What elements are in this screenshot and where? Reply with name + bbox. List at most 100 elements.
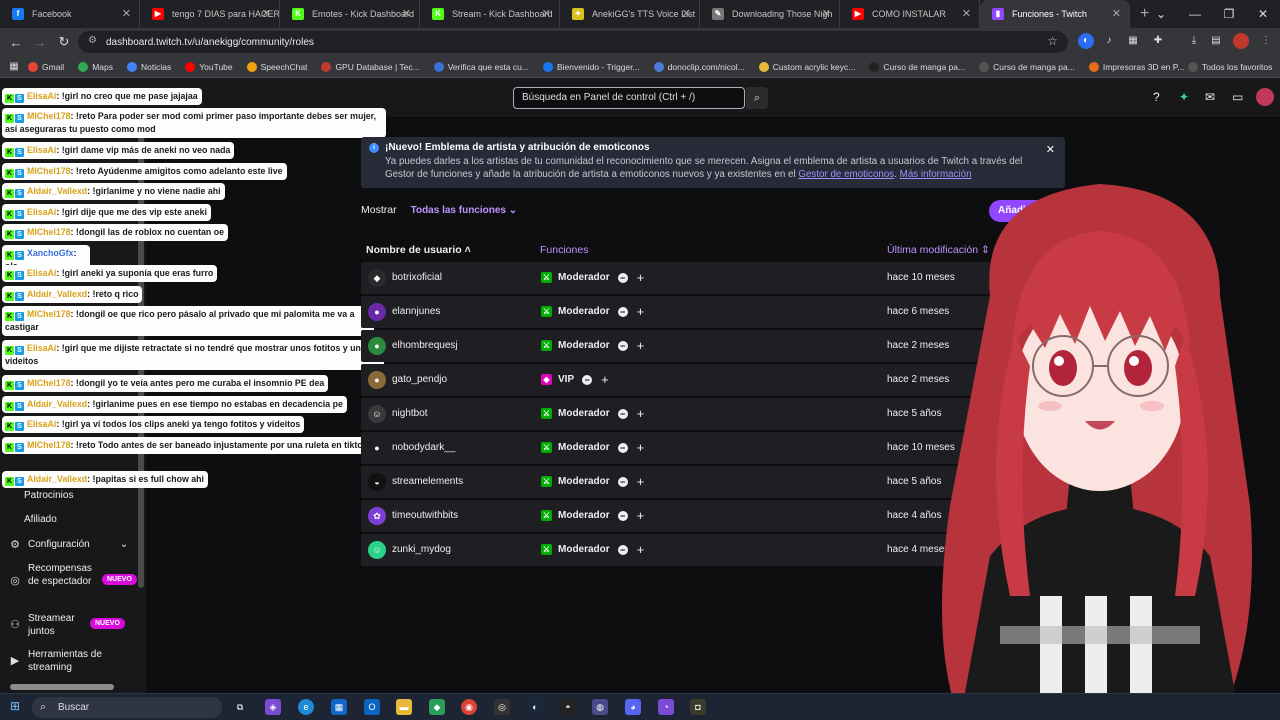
app-violet-icon[interactable]: ◔ (658, 699, 674, 715)
extension-1-icon[interactable]: ◐ (1078, 33, 1094, 49)
url-field[interactable]: ⚙ dashboard.twitch.tv/u/anekigg/communit… (78, 31, 1068, 53)
horizontal-scrollbar[interactable] (10, 684, 114, 690)
discord-icon[interactable]: ◕ (625, 699, 641, 715)
remove-role-icon[interactable]: − (582, 374, 593, 385)
bookmark-item[interactable]: Curso de manga pa... (869, 61, 965, 72)
menu-icon[interactable]: ▤ (1208, 33, 1224, 49)
close-tab-icon[interactable]: ✕ (122, 7, 131, 20)
add-role-icon[interactable]: + (637, 542, 645, 557)
browser-tab[interactable]: ▶ COMO INSTALAR ✕ (840, 0, 980, 28)
remove-role-icon[interactable]: − (617, 544, 628, 555)
extensions-puzzle-icon[interactable]: ✚ (1150, 33, 1166, 49)
add-role-icon[interactable]: + (601, 372, 609, 387)
add-role-icon[interactable]: + (637, 406, 645, 421)
remove-role-icon[interactable]: − (617, 442, 628, 453)
bookmark-item[interactable]: Bienvenido - Trigger... (542, 61, 640, 72)
windows-start-icon[interactable]: ⊞ (10, 699, 20, 713)
bookmark-item[interactable]: Maps (78, 61, 113, 72)
browser-tab[interactable]: ▶ tengo 7 DIAS para HACER ✕ (140, 0, 280, 28)
remove-role-icon[interactable]: − (617, 306, 628, 317)
browser-tab[interactable]: ▮ Funciones - Twitch ✕ (980, 0, 1130, 28)
add-role-icon[interactable]: + (637, 508, 645, 523)
taskbar-search-input[interactable]: ⌕ Buscar (32, 697, 222, 718)
bookmark-star-icon[interactable]: ☆ (1047, 34, 1058, 48)
sidebar-item-streamear-juntos[interactable]: ⚇ Streamear juntos NUEVO (8, 612, 125, 638)
emote-manager-link[interactable]: Gestor de emoticonos (798, 169, 894, 180)
bookmark-item[interactable]: Custom acrylic keyc... (758, 61, 855, 72)
app-purple-icon[interactable]: ◍ (592, 699, 608, 715)
sidebar-item-patrocinios[interactable]: Patrocinios (24, 490, 73, 501)
close-tab-icon[interactable]: ✕ (962, 7, 971, 20)
close-tab-icon[interactable]: ✕ (682, 7, 691, 20)
browser-tab[interactable]: K Stream - Kick Dashboard ✕ (420, 0, 560, 28)
chat-icon[interactable]: ▭ (1232, 90, 1243, 104)
sidebar-item-recompensas[interactable]: ◎ Recompensas de espectador NUEVO (8, 562, 137, 588)
profile-avatar-icon[interactable] (1233, 33, 1249, 49)
bookmark-item[interactable]: YouTube (185, 61, 233, 72)
site-info-icon[interactable]: ⚙ (88, 35, 97, 46)
remove-role-icon[interactable]: − (617, 408, 628, 419)
chrome-icon[interactable]: ◉ (461, 699, 477, 715)
sidebar-item-configuracion[interactable]: ⚙ Configuración ⌄ (8, 538, 128, 551)
browser-tab[interactable]: ✎ Downloading Those Nigh ✕ (700, 0, 840, 28)
add-role-icon[interactable]: + (637, 440, 645, 455)
mail-icon[interactable]: ✉ (1205, 90, 1215, 104)
close-tab-icon[interactable]: ✕ (262, 7, 271, 20)
back-button[interactable]: ← (4, 35, 28, 50)
bookmark-item[interactable]: Impresoras 3D en P... (1088, 61, 1184, 72)
sidebar-item-afiliado[interactable]: Afiliado (24, 514, 57, 525)
role-filter-select[interactable]: Todas las funciones ⌄ (411, 205, 518, 216)
obs-icon[interactable]: ◎ (494, 699, 510, 715)
steam-icon[interactable]: ◐ (527, 699, 543, 715)
reload-button[interactable]: ↻ (52, 34, 76, 50)
search-icon[interactable]: ⌕ (746, 87, 768, 109)
extension-grid-icon[interactable]: ▦ (1125, 33, 1141, 49)
bookmark-item[interactable]: Todos los favoritos (1188, 61, 1272, 72)
close-tab-icon[interactable]: ✕ (402, 7, 411, 20)
outlook-icon[interactable]: O (364, 699, 380, 715)
close-tab-icon[interactable]: ✕ (822, 7, 831, 20)
add-role-icon[interactable]: + (637, 474, 645, 489)
browser-tab[interactable]: f Facebook ✕ (0, 0, 140, 28)
close-window-button[interactable]: ✕ (1246, 0, 1280, 28)
remove-role-icon[interactable]: − (617, 476, 628, 487)
sidebar-item-herramientas[interactable]: ▶ Herramientas de streaming (8, 648, 118, 674)
help-icon[interactable]: ? (1153, 90, 1160, 104)
browser-tab[interactable]: ✦ AnekiGG's TTS Voice List ✕ (560, 0, 700, 28)
forward-button[interactable]: → (28, 35, 52, 50)
remove-role-icon[interactable]: − (617, 340, 628, 351)
bookmark-item[interactable]: Curso de manga pa... (979, 61, 1075, 72)
apps-grid-icon[interactable]: ▦ (0, 61, 28, 72)
column-header-username[interactable]: Nombre de usuario ˄ (366, 244, 471, 256)
add-role-icon[interactable]: + (637, 338, 645, 353)
store-icon[interactable]: ▦ (331, 699, 347, 715)
edge-icon[interactable]: e (298, 699, 314, 715)
remove-role-icon[interactable]: − (617, 510, 628, 521)
bookmark-item[interactable]: Verifica que esta cu... (433, 61, 529, 72)
dashboard-search-input[interactable]: Búsqueda en Panel de control (Ctrl + /) (513, 87, 745, 109)
task-view-icon[interactable]: ⧉ (232, 699, 248, 715)
remove-role-icon[interactable]: − (617, 272, 628, 283)
sparkle-icon[interactable]: ✦ (1179, 90, 1189, 104)
user-avatar[interactable] (1256, 88, 1274, 106)
bookmark-item[interactable]: Gmail (28, 61, 64, 72)
download-icon[interactable]: ⤓ (1186, 33, 1202, 49)
close-tab-icon[interactable]: ✕ (1112, 7, 1121, 20)
app-dark-icon[interactable]: ◓ (560, 699, 576, 715)
file-explorer-icon[interactable]: ▬ (396, 699, 412, 715)
extension-audio-icon[interactable]: ♪ (1101, 33, 1117, 49)
bookmark-item[interactable]: Noticias (127, 61, 171, 72)
app-green-icon[interactable]: ◆ (429, 699, 445, 715)
browser-tab[interactable]: K Emotes - Kick Dashboard ✕ (280, 0, 420, 28)
browser-menu-icon[interactable]: ⋮ (1258, 33, 1274, 49)
bookmark-item[interactable]: GPU Database | Tec... (321, 61, 420, 72)
add-role-icon[interactable]: + (637, 304, 645, 319)
bookmark-item[interactable]: donoclip.com/nicol... (653, 61, 745, 72)
minimize-button[interactable]: — (1178, 0, 1212, 28)
close-tab-icon[interactable]: ✕ (542, 7, 551, 20)
copilot-icon[interactable]: ◈ (265, 699, 281, 715)
add-role-icon[interactable]: + (637, 270, 645, 285)
tab-search-icon[interactable]: ⌄ (1144, 0, 1178, 28)
bookmark-item[interactable]: SpeechChat (246, 61, 307, 72)
app-yellow-icon[interactable]: ◘ (690, 699, 706, 715)
